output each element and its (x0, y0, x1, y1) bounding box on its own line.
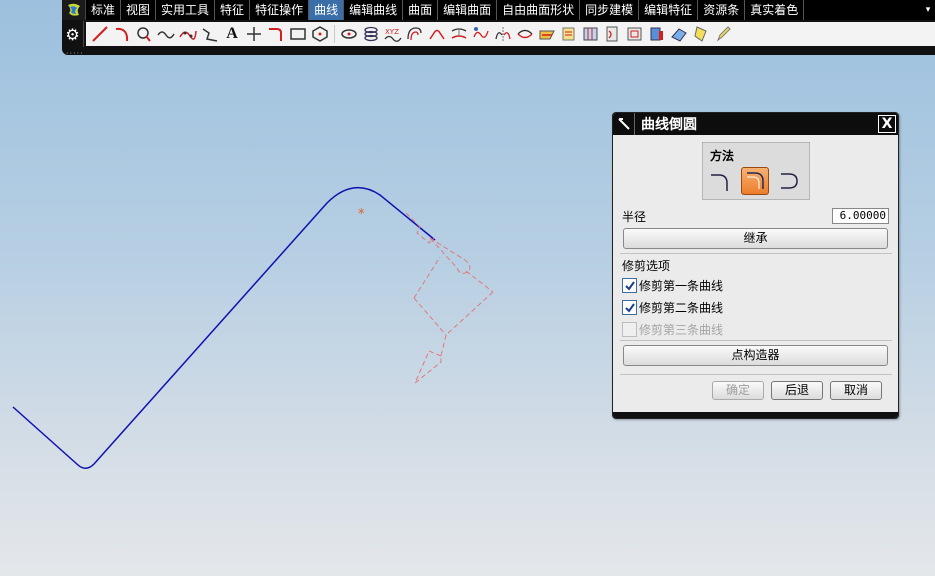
arc-icon[interactable] (112, 24, 132, 44)
rectangle-icon[interactable] (288, 24, 308, 44)
light-curve-icon[interactable] (691, 24, 711, 44)
checkmark-icon (624, 280, 635, 291)
project-curve-icon[interactable] (449, 24, 469, 44)
text-icon[interactable]: A (222, 24, 242, 44)
simple-fillet-icon (711, 174, 728, 191)
cancel-button[interactable]: 取消 (830, 381, 882, 400)
ellipse-icon[interactable] (339, 24, 359, 44)
method-group: 方法 (702, 142, 810, 200)
close-icon[interactable]: X (878, 115, 896, 133)
toolbar-separator (334, 25, 335, 43)
polygon-icon[interactable] (310, 24, 330, 44)
two-curve-fillet-icon (747, 172, 764, 189)
tab-edit-surface[interactable]: 编辑曲面 (438, 0, 498, 20)
tab-freeform-shape[interactable]: 自由曲面形状 (497, 0, 581, 20)
three-curve-fillet-icon (781, 173, 798, 189)
trim-first-curve-option[interactable]: 修剪第一条曲线 (622, 277, 723, 294)
trim-options-label: 修剪选项 (622, 259, 671, 273)
radius-input[interactable]: 6.00000 (832, 208, 889, 224)
intersect-curve-icon[interactable] (515, 24, 535, 44)
tab-view[interactable]: 视图 (121, 0, 157, 20)
point-constructor-button[interactable]: 点构造器 (623, 345, 888, 366)
curve-polyline[interactable] (12, 186, 436, 469)
tab-utilities[interactable]: 实用工具 (156, 0, 216, 20)
face-curve-icon[interactable] (669, 24, 689, 44)
trim-third-curve-option: 修剪第三条曲线 (622, 321, 723, 338)
helix-icon[interactable] (361, 24, 381, 44)
radius-label: 半径 (622, 210, 647, 224)
pin-icon[interactable] (613, 113, 635, 135)
trim-third-curve-checkbox (622, 322, 637, 337)
menu-bar: 标准 视图 实用工具 特征 特征操作 曲线 编辑曲线 曲面 编辑曲面 自由曲面形… (62, 0, 935, 20)
bridge-curve-icon[interactable] (427, 24, 447, 44)
tab-surface[interactable]: 曲面 (403, 0, 439, 20)
isoparametric-curve-icon[interactable] (581, 24, 601, 44)
text-tool-label: A (226, 25, 238, 42)
method-label: 方法 (710, 149, 735, 163)
fillet-icon[interactable] (266, 24, 286, 44)
dialog-footer-bar (613, 412, 898, 418)
point-icon[interactable] (244, 24, 264, 44)
two-curve-fillet-button[interactable] (741, 167, 769, 195)
curve-toolbar: ⚙ A XYZ (62, 21, 935, 47)
gear-icon[interactable]: ⚙ (62, 21, 84, 47)
tab-curve[interactable]: 曲线 (309, 0, 345, 20)
inherit-button[interactable]: 继承 (623, 228, 888, 249)
curve-fillet-dialog: 曲线倒圆 X 方法 半径 6.00000 继承 修剪选项 修剪第一条曲线 修剪第… (612, 112, 899, 419)
three-curve-fillet-button[interactable] (775, 167, 803, 195)
line-icon[interactable] (90, 24, 110, 44)
trim-first-curve-label: 修剪第一条曲线 (639, 279, 724, 293)
trim-third-curve-label: 修剪第三条曲线 (639, 323, 724, 337)
svg-text:XYZ: XYZ (385, 28, 399, 36)
pencil-icon[interactable] (713, 24, 733, 44)
divider (620, 253, 892, 254)
dialog-titlebar[interactable]: 曲线倒圆 X (613, 113, 898, 135)
tab-true-shading[interactable]: 真实着色 (745, 0, 805, 20)
tab-feature[interactable]: 特征 (215, 0, 251, 20)
back-button[interactable]: 后退 (771, 381, 823, 400)
section-curve-icon[interactable] (537, 24, 557, 44)
fillet-preview-graphics (405, 212, 494, 384)
app-logo-icon[interactable] (62, 0, 86, 20)
tool-strip: A XYZ (86, 22, 935, 46)
checkmark-icon (624, 302, 635, 313)
tab-feature-operation[interactable]: 特征操作 (250, 0, 310, 20)
law-curve-icon[interactable]: XYZ (383, 24, 403, 44)
tab-edit-feature[interactable]: 编辑特征 (639, 0, 699, 20)
dropdown-arrow-icon[interactable]: ▾ (921, 0, 935, 20)
ok-button: 确定 (712, 381, 764, 400)
tab-resource-bar[interactable]: 资源条 (698, 0, 746, 20)
offset-curve-icon[interactable] (405, 24, 425, 44)
spline-icon[interactable] (156, 24, 176, 44)
wrap-curve-icon[interactable] (603, 24, 623, 44)
shadow-outline-icon[interactable] (647, 24, 667, 44)
simple-fillet-button[interactable] (707, 167, 735, 195)
trim-first-curve-checkbox[interactable] (622, 278, 637, 293)
extract-curve-icon[interactable] (559, 24, 579, 44)
trim-second-curve-checkbox[interactable] (622, 300, 637, 315)
studio-spline-icon[interactable] (178, 24, 198, 44)
polyline-icon[interactable] (200, 24, 220, 44)
mirror-curve-icon[interactable] (493, 24, 513, 44)
silhouette-curve-icon[interactable] (625, 24, 645, 44)
dialog-title: 曲线倒圆 (641, 117, 697, 133)
tab-synchronous-modeling[interactable]: 同步建模 (580, 0, 640, 20)
tab-edit-curve[interactable]: 编辑曲线 (344, 0, 404, 20)
tab-standard[interactable]: 标准 (86, 0, 122, 20)
fillet-center-marker: * (358, 207, 365, 222)
divider (620, 340, 892, 341)
trim-second-curve-label: 修剪第二条曲线 (639, 301, 724, 315)
divider (620, 374, 892, 375)
circle-icon[interactable] (134, 24, 154, 44)
ribbon-toolbar: 标准 视图 实用工具 特征 特征操作 曲线 编辑曲线 曲面 编辑曲面 自由曲面形… (62, 0, 935, 58)
trim-second-curve-option[interactable]: 修剪第二条曲线 (622, 299, 723, 316)
combined-projection-icon[interactable] (471, 24, 491, 44)
